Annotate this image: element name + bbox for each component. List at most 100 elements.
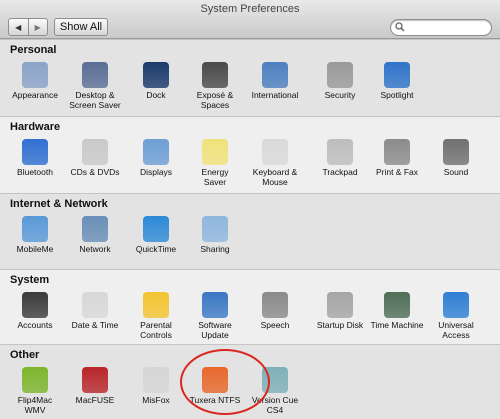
update-icon — [202, 292, 228, 318]
section-other: Other Flip4Mac WMV MacFUSE MisFox Tuxera NT… — [0, 344, 500, 419]
folder-icon — [202, 216, 228, 242]
macfuse-icon — [82, 367, 108, 393]
section-title-other: Other — [10, 349, 40, 361]
pane-label: MacFUSE — [75, 395, 115, 405]
wmv-icon — [22, 367, 48, 393]
pane-update[interactable]: Software Update — [184, 292, 246, 340]
pane-globe[interactable]: Network — [64, 216, 126, 254]
pane-label: Startup Disk — [316, 320, 364, 330]
pane-parental[interactable]: Parental Controls — [125, 292, 187, 340]
appearance-icon — [22, 62, 48, 88]
clock-icon — [82, 292, 108, 318]
show-all-button[interactable]: Show All — [54, 18, 108, 36]
globe-icon — [82, 216, 108, 242]
pane-label: Network — [79, 244, 111, 254]
pane-folder[interactable]: Sharing — [184, 216, 246, 254]
pane-label: Time Machine — [370, 320, 424, 330]
pane-house-lock[interactable]: Security — [309, 62, 371, 100]
microphone-icon — [262, 292, 288, 318]
pane-disc[interactable]: CDs & DVDs — [64, 139, 126, 177]
pane-trackpad[interactable]: Trackpad — [309, 139, 371, 177]
pane-label: Date & Time — [71, 320, 119, 330]
misfox-icon — [143, 367, 169, 393]
pane-dock[interactable]: Dock — [125, 62, 187, 100]
pane-label: Accounts — [17, 320, 53, 330]
pane-desktop[interactable]: Desktop & Screen Saver — [64, 62, 126, 110]
pane-label: Flip4Mac WMV — [17, 395, 53, 415]
pane-tuxera[interactable]: Tuxera NTFS — [184, 367, 246, 405]
pane-label: Speech — [260, 320, 290, 330]
dock-icon — [143, 62, 169, 88]
title-bar: System Preferences ◀ ▶ Show All — [0, 0, 500, 39]
pane-cloud[interactable]: MobileMe — [4, 216, 66, 254]
forward-button[interactable]: ▶ — [27, 19, 48, 35]
pane-microphone[interactable]: Speech — [244, 292, 306, 330]
pane-accessibility[interactable]: Universal Access — [425, 292, 487, 340]
pane-label: Software Update — [198, 320, 232, 340]
pane-expose[interactable]: Exposé & Spaces — [184, 62, 246, 110]
time-machine-icon — [384, 292, 410, 318]
pane-hard-disk[interactable]: Startup Disk — [309, 292, 371, 330]
pane-bulb[interactable]: Energy Saver — [184, 139, 246, 187]
pane-version-cue[interactable]: Version Cue CS4 — [244, 367, 306, 415]
parental-icon — [143, 292, 169, 318]
system-preferences-window: System Preferences ◀ ▶ Show All Personal… — [0, 0, 500, 419]
pane-label: Print & Fax — [375, 167, 419, 177]
pane-list: MobileMe Network QuickTime Sharing — [6, 216, 500, 276]
nav-buttons: ◀ ▶ — [8, 18, 48, 36]
pane-label: Exposé & Spaces — [196, 90, 234, 110]
pane-label: Version Cue CS4 — [251, 395, 299, 415]
pane-label: Desktop & Screen Saver — [69, 90, 121, 110]
pane-flag[interactable]: International — [244, 62, 306, 100]
pane-printer[interactable]: Print & Fax — [366, 139, 428, 177]
search-field[interactable] — [390, 19, 492, 36]
hard-disk-icon — [327, 292, 353, 318]
section-title-hardware: Hardware — [10, 121, 61, 133]
search-input[interactable] — [407, 20, 485, 35]
pane-label: Sharing — [200, 244, 230, 254]
pane-misfox[interactable]: MisFox — [125, 367, 187, 405]
back-button[interactable]: ◀ — [9, 19, 28, 35]
keyboard-mouse-icon — [262, 139, 288, 165]
printer-icon — [384, 139, 410, 165]
pane-users[interactable]: Accounts — [4, 292, 66, 330]
bulb-icon — [202, 139, 228, 165]
desktop-icon — [82, 62, 108, 88]
pane-label: Tuxera NTFS — [189, 395, 241, 405]
pane-list: Bluetooth CDs & DVDs Displays Energy Saver K… — [6, 139, 500, 199]
pane-bluetooth[interactable]: Bluetooth — [4, 139, 66, 177]
section-internet: Internet & Network MobileMe Network QuickT… — [0, 193, 500, 269]
pane-label: CDs & DVDs — [70, 167, 120, 177]
expose-icon — [202, 62, 228, 88]
speaker-icon — [443, 139, 469, 165]
window-title: System Preferences — [200, 3, 300, 15]
users-icon — [22, 292, 48, 318]
pane-time-machine[interactable]: Time Machine — [366, 292, 428, 330]
pane-label: Spotlight — [380, 90, 414, 100]
house-lock-icon — [327, 62, 353, 88]
pane-label: Dock — [146, 90, 166, 100]
tuxera-icon — [202, 367, 228, 393]
pane-label: Parental Controls — [140, 320, 172, 340]
pane-label: Sound — [443, 167, 469, 177]
accessibility-icon — [443, 292, 469, 318]
pane-label: QuickTime — [135, 244, 177, 254]
pane-label: International — [251, 90, 299, 100]
pane-spotlight[interactable]: Spotlight — [366, 62, 428, 100]
section-hardware: Hardware Bluetooth CDs & DVDs Displays Ener… — [0, 116, 500, 193]
flag-icon — [262, 62, 288, 88]
bluetooth-icon — [22, 139, 48, 165]
pane-label: Displays — [139, 167, 173, 177]
pane-list: Appearance Desktop & Screen Saver Dock Expo… — [6, 62, 500, 122]
spotlight-icon — [384, 62, 410, 88]
pane-quicktime[interactable]: QuickTime — [125, 216, 187, 254]
pane-speaker[interactable]: Sound — [425, 139, 487, 177]
pane-label: Security — [324, 90, 356, 100]
pane-label: Energy Saver — [201, 167, 229, 187]
pane-clock[interactable]: Date & Time — [64, 292, 126, 330]
pane-macfuse[interactable]: MacFUSE — [64, 367, 126, 405]
pane-appearance[interactable]: Appearance — [4, 62, 66, 100]
pane-keyboard-mouse[interactable]: Keyboard & Mouse — [244, 139, 306, 187]
pane-display[interactable]: Displays — [125, 139, 187, 177]
pane-wmv[interactable]: Flip4Mac WMV — [4, 367, 66, 415]
